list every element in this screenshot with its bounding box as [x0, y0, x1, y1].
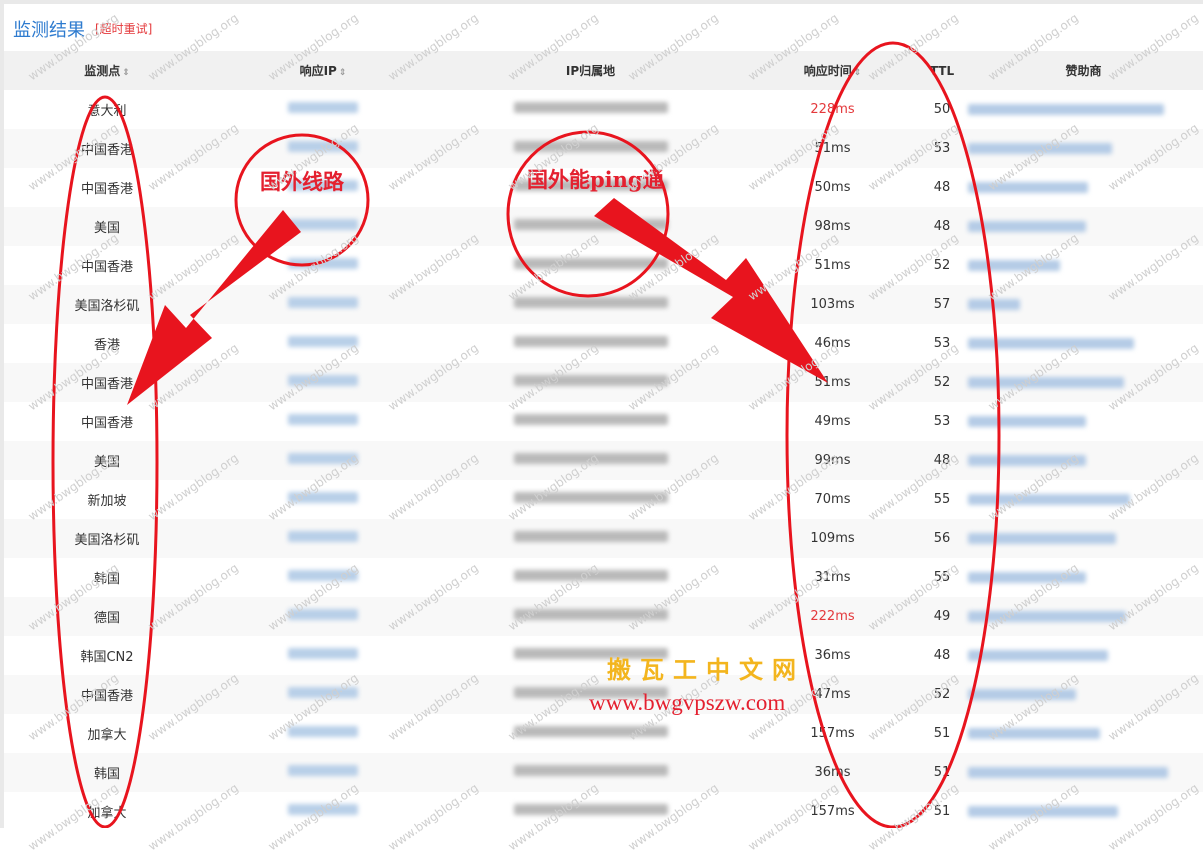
- response-time-cell: 49ms: [745, 402, 920, 441]
- blurred-ip: [288, 102, 358, 113]
- blurred-sponsor-link[interactable]: [968, 377, 1124, 388]
- blurred-ip: [288, 531, 358, 542]
- ttl-cell: 53: [920, 402, 964, 441]
- table-row: 韩国 31ms 55: [4, 558, 1203, 597]
- blurred-ip: [288, 648, 358, 659]
- ttl-cell: 56: [920, 519, 964, 558]
- blurred-location: [513, 219, 668, 230]
- sort-arrows-icon[interactable]: ⇕: [122, 68, 130, 78]
- sort-arrows-icon[interactable]: ⇕: [339, 68, 347, 78]
- location-cell: [436, 714, 745, 753]
- ttl-cell: 57: [920, 285, 964, 324]
- brand-name: 搬瓦工中文网: [607, 655, 805, 684]
- column-header-ttl: TTL: [920, 51, 964, 90]
- column-header-ttl-label: TTL: [929, 63, 955, 78]
- blurred-sponsor-link[interactable]: [968, 533, 1116, 544]
- blurred-sponsor-link[interactable]: [968, 767, 1168, 778]
- ip-cell: [210, 753, 436, 792]
- blurred-ip: [288, 414, 358, 425]
- blurred-location: [513, 765, 668, 776]
- ip-cell: [210, 519, 436, 558]
- column-header-node-label: 监测点: [84, 64, 121, 78]
- sort-arrows-icon[interactable]: ⇕: [854, 68, 862, 78]
- blurred-location: [513, 258, 668, 269]
- sponsor-cell: [964, 636, 1203, 675]
- table-row: 美国洛杉矶 103ms 57: [4, 285, 1203, 324]
- ip-cell: [210, 324, 436, 363]
- blurred-location: [513, 804, 668, 815]
- table-row: 美国 99ms 48: [4, 441, 1203, 480]
- column-header-sponsor-label: 赞助商: [1065, 64, 1102, 78]
- blurred-sponsor-link[interactable]: [968, 338, 1134, 349]
- blurred-sponsor-link[interactable]: [968, 416, 1086, 427]
- ip-cell: [210, 90, 436, 129]
- blurred-ip: [288, 726, 358, 737]
- blurred-ip: [288, 765, 358, 776]
- blurred-location: [513, 102, 668, 113]
- blurred-ip: [288, 219, 358, 230]
- node-cell: 意大利: [4, 90, 210, 129]
- ttl-cell: 49: [920, 597, 964, 636]
- node-cell: 韩国CN2: [4, 636, 210, 675]
- blurred-sponsor-link[interactable]: [968, 650, 1108, 661]
- blurred-sponsor-link[interactable]: [968, 221, 1086, 232]
- location-cell: [436, 402, 745, 441]
- sponsor-cell: [964, 90, 1203, 129]
- location-cell: [436, 285, 745, 324]
- sponsor-cell: [964, 519, 1203, 558]
- blurred-location: [513, 414, 668, 425]
- ttl-cell: 51: [920, 714, 964, 753]
- location-cell: [436, 363, 745, 402]
- blurred-location: [513, 141, 668, 152]
- column-header-time-label: 响应时间: [803, 64, 852, 78]
- table-row: 中国香港 49ms 53: [4, 402, 1203, 441]
- ip-cell: [210, 402, 436, 441]
- brand-url: www.bwgvpszw.com: [589, 690, 786, 715]
- blurred-location: [513, 297, 668, 308]
- ttl-cell: 50: [920, 90, 964, 129]
- location-cell: [436, 480, 745, 519]
- table-row: 香港 46ms 53: [4, 324, 1203, 363]
- blurred-sponsor-link[interactable]: [968, 494, 1130, 505]
- table-row: 意大利 228ms 50: [4, 90, 1203, 129]
- blurred-sponsor-link[interactable]: [968, 104, 1164, 115]
- column-header-location: IP归属地: [436, 51, 745, 90]
- ip-cell: [210, 207, 436, 246]
- column-header-ip-label: 响应IP: [299, 64, 337, 78]
- blurred-ip: [288, 297, 358, 308]
- table-row: 美国 98ms 48: [4, 207, 1203, 246]
- ttl-cell: 48: [920, 636, 964, 675]
- table-row: 韩国 36ms 51: [4, 753, 1203, 792]
- table-row: 韩国CN2 36ms 48: [4, 636, 1203, 675]
- sponsor-cell: [964, 207, 1203, 246]
- ttl-cell: 48: [920, 168, 964, 207]
- location-cell: [436, 519, 745, 558]
- table-row: 美国洛杉矶 109ms 56: [4, 519, 1203, 558]
- blurred-location: [513, 531, 668, 542]
- node-cell: 美国洛杉矶: [4, 519, 210, 558]
- column-header-location-label: IP归属地: [565, 64, 616, 78]
- location-cell: [436, 597, 745, 636]
- sponsor-cell: [964, 753, 1203, 792]
- response-time-cell: 109ms: [745, 519, 920, 558]
- ip-cell: [210, 636, 436, 675]
